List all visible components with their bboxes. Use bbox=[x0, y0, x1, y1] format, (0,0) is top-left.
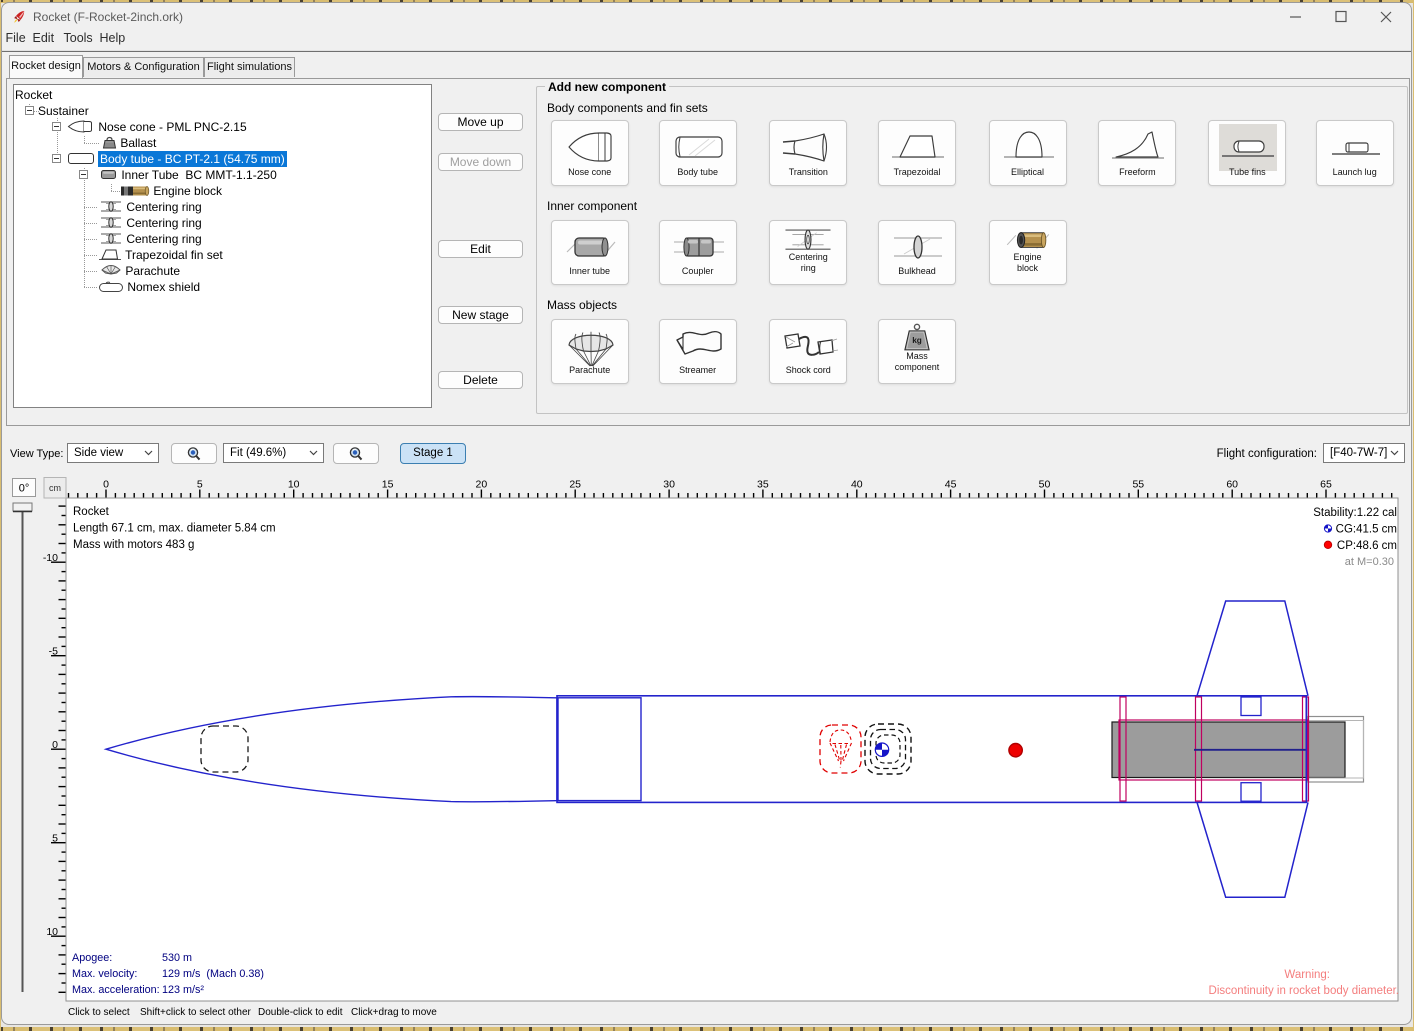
svg-text:30: 30 bbox=[663, 479, 675, 491]
svg-text:10: 10 bbox=[46, 926, 58, 938]
svg-text:65: 65 bbox=[1320, 479, 1332, 491]
svg-text:5: 5 bbox=[197, 479, 203, 491]
svg-text:15: 15 bbox=[382, 479, 394, 491]
svg-text:25: 25 bbox=[569, 479, 581, 491]
svg-text:Max. velocity:: Max. velocity: bbox=[72, 968, 137, 980]
svg-text:123 m/s²: 123 m/s² bbox=[162, 984, 204, 996]
svg-text:CG:41.5 cm: CG:41.5 cm bbox=[1336, 524, 1397, 536]
svg-text:50: 50 bbox=[1039, 479, 1051, 491]
svg-text:40: 40 bbox=[851, 479, 863, 491]
svg-text:35: 35 bbox=[757, 479, 769, 491]
svg-text:-10: -10 bbox=[43, 552, 58, 564]
svg-text:5: 5 bbox=[52, 833, 58, 845]
svg-text:Mass with motors 483 g: Mass with motors 483 g bbox=[73, 539, 194, 551]
svg-text:530 m: 530 m bbox=[162, 952, 192, 964]
svg-text:45: 45 bbox=[945, 479, 957, 491]
svg-text:0: 0 bbox=[52, 739, 58, 751]
svg-text:Length 67.1 cm, max. diameter: Length 67.1 cm, max. diameter 5.84 cm bbox=[73, 523, 276, 535]
svg-text:Stability:1.22 cal: Stability:1.22 cal bbox=[1313, 507, 1397, 519]
svg-text:55: 55 bbox=[1132, 479, 1144, 491]
svg-text:0: 0 bbox=[103, 479, 109, 491]
svg-text:Apogee:: Apogee: bbox=[72, 952, 112, 964]
svg-text:10: 10 bbox=[288, 479, 300, 491]
svg-text:Max. acceleration:: Max. acceleration: bbox=[72, 984, 160, 996]
svg-text:0°: 0° bbox=[19, 483, 30, 495]
svg-text:60: 60 bbox=[1226, 479, 1238, 491]
svg-text:Rocket: Rocket bbox=[73, 506, 110, 518]
svg-text:at M=0.30: at M=0.30 bbox=[1345, 556, 1394, 568]
svg-text:kg: kg bbox=[912, 336, 922, 345]
svg-text:-5: -5 bbox=[49, 646, 58, 658]
svg-text:129 m/s (Mach 0.38): 129 m/s (Mach 0.38) bbox=[162, 968, 264, 980]
svg-text:cm: cm bbox=[49, 483, 61, 493]
svg-text:CP:48.6 cm: CP:48.6 cm bbox=[1337, 540, 1397, 552]
svg-text:20: 20 bbox=[476, 479, 488, 491]
svg-text:Discontinuity in rocket body d: Discontinuity in rocket body diameter. bbox=[1209, 985, 1399, 997]
svg-text:Warning:: Warning: bbox=[1284, 969, 1330, 981]
